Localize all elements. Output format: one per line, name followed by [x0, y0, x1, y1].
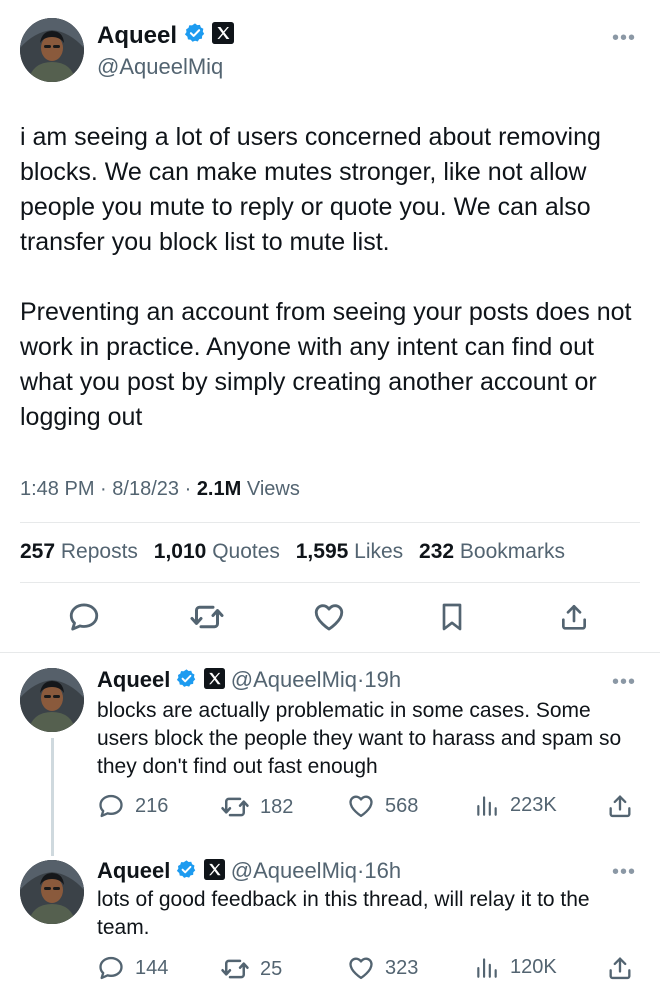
- views-icon: [474, 954, 500, 980]
- like-icon: [347, 954, 375, 982]
- repost-count: 182: [260, 795, 294, 818]
- reposts-stat[interactable]: 257 Reposts: [20, 540, 138, 563]
- reply-text: lots of good feedback in this thread, wi…: [97, 888, 590, 939]
- section-separator: [0, 652, 660, 653]
- divider: [20, 522, 640, 523]
- share-button[interactable]: [554, 597, 594, 637]
- reply-handle[interactable]: @AqueelMiq: [231, 858, 357, 883]
- reply-views-button[interactable]: 223K: [474, 792, 557, 818]
- tweet-paragraph: i am seeing a lot of users concerned abo…: [20, 123, 601, 256]
- reply-share-button[interactable]: [606, 954, 634, 982]
- like-button[interactable]: [309, 597, 349, 637]
- tweet-text: i am seeing a lot of users concerned abo…: [20, 120, 645, 435]
- share-icon: [606, 954, 634, 982]
- reply-views-button[interactable]: 120K: [474, 954, 557, 980]
- bookmarks-stat[interactable]: 232 Bookmarks: [419, 540, 565, 563]
- like-icon: [312, 600, 346, 634]
- views-count: 2.1M: [196, 478, 242, 500]
- reply-handle[interactable]: @AqueelMiq: [231, 667, 357, 692]
- tweet-meta: 1:48 PM · 8/18/23 · 2.1M Views: [20, 478, 300, 501]
- reply-icon: [97, 954, 125, 982]
- reply-reply-button[interactable]: 216: [97, 792, 168, 820]
- like-count: 323: [385, 956, 419, 979]
- x-affiliation-icon: [204, 668, 225, 695]
- reply-like-button[interactable]: 568: [347, 792, 418, 820]
- tweet-date[interactable]: 8/18/23: [112, 478, 179, 500]
- likes-stat[interactable]: 1,595 Likes: [296, 540, 403, 563]
- reply-avatar[interactable]: [20, 860, 84, 924]
- reply-like-button[interactable]: 323: [347, 954, 418, 982]
- repost-icon: [220, 954, 250, 984]
- reply-author-name[interactable]: Aqueel: [97, 667, 170, 692]
- reply-text: blocks are actually problematic in some …: [97, 699, 622, 778]
- like-icon: [347, 792, 375, 820]
- tweet-time[interactable]: 1:48 PM: [20, 478, 94, 500]
- author-name[interactable]: Aqueel: [97, 22, 177, 49]
- like-count: 568: [385, 794, 419, 817]
- author-handle[interactable]: @AqueelMiq: [97, 54, 223, 80]
- more-options-icon[interactable]: •••: [612, 862, 636, 882]
- verified-badge-icon: [176, 859, 197, 886]
- author-avatar[interactable]: [20, 18, 84, 82]
- verified-badge-icon: [184, 22, 206, 51]
- more-options-icon[interactable]: •••: [612, 28, 636, 48]
- reply-reply-button[interactable]: 144: [97, 954, 168, 982]
- reply-repost-button[interactable]: 182: [220, 792, 293, 822]
- reply-icon: [67, 600, 101, 634]
- reply-time[interactable]: 19h: [364, 667, 401, 692]
- views-count: 120K: [510, 955, 557, 978]
- repost-icon: [220, 792, 250, 822]
- share-icon: [606, 792, 634, 820]
- reply-author-name[interactable]: Aqueel: [97, 858, 170, 883]
- author-header: Aqueel: [97, 22, 234, 51]
- meta-separator: ·: [184, 478, 192, 500]
- reply-repost-button[interactable]: 25: [220, 954, 282, 984]
- views-count: 223K: [510, 793, 557, 816]
- bookmark-icon: [436, 601, 468, 633]
- reply-icon: [97, 792, 125, 820]
- thread-connector: [51, 738, 54, 856]
- share-icon: [558, 601, 590, 633]
- more-options-icon[interactable]: •••: [612, 672, 636, 692]
- reply-count: 144: [135, 956, 169, 979]
- reply-count: 216: [135, 794, 169, 817]
- tweet-stats: 257 Reposts 1,010 Quotes 1,595 Likes 232…: [20, 540, 575, 564]
- views-icon: [474, 792, 500, 818]
- reply-button[interactable]: [64, 597, 104, 637]
- views-label: Views: [246, 478, 300, 500]
- reply-avatar[interactable]: [20, 668, 84, 732]
- bookmark-button[interactable]: [432, 597, 472, 637]
- meta-separator: ·: [100, 478, 107, 500]
- divider: [20, 582, 640, 583]
- x-affiliation-icon: [212, 22, 234, 51]
- reply-time[interactable]: 16h: [364, 858, 401, 883]
- repost-count: 25: [260, 957, 283, 980]
- reply-header: Aqueel @AqueelMiq·16h: [97, 858, 401, 886]
- quotes-stat[interactable]: 1,010 Quotes: [154, 540, 280, 563]
- x-affiliation-icon: [204, 859, 225, 886]
- tweet-paragraph: Preventing an account from seeing your p…: [20, 298, 632, 431]
- repost-button[interactable]: [187, 597, 227, 637]
- verified-badge-icon: [176, 668, 197, 695]
- reply-header: Aqueel @AqueelMiq·19h: [97, 667, 401, 695]
- reply-share-button[interactable]: [606, 792, 634, 820]
- repost-icon: [189, 599, 225, 635]
